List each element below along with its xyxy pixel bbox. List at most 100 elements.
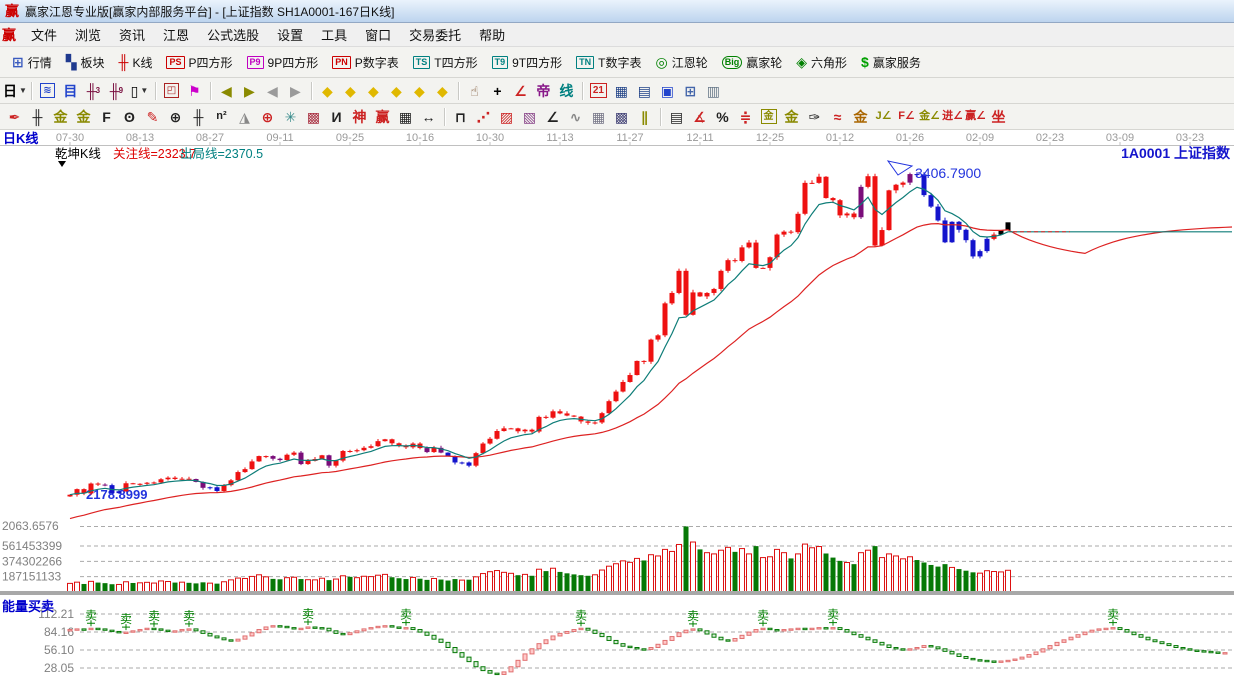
tool-crosshair-button[interactable]: + xyxy=(486,80,509,101)
tool-period-selector-button[interactable]: 日▼ xyxy=(3,80,27,101)
tool-percent-angle-button[interactable]: ∡ xyxy=(688,106,711,127)
menu-item-5[interactable]: 设置 xyxy=(268,22,312,47)
tool-parallel-lines-button[interactable]: ∥ xyxy=(633,106,656,127)
tool-percent-button[interactable]: % xyxy=(711,106,734,127)
info-note-icon: 目 xyxy=(63,84,77,98)
tool-f-angle-button[interactable]: F∠ xyxy=(895,106,918,127)
tool-diamond-cross-button[interactable]: ◆ xyxy=(408,80,431,101)
tool-gann-pen-2-button[interactable]: ✎ xyxy=(141,106,164,127)
tool-wave-tool-button[interactable]: ∿ xyxy=(564,106,587,127)
tool-lines-tool-button[interactable]: 线 xyxy=(555,80,578,101)
kline-chart-svg[interactable]: 07-3008-1308-2709-1109-2510-1610-3011-13… xyxy=(0,130,1234,686)
toolbar-winner-service-button[interactable]: $赢家服务 xyxy=(854,51,928,74)
tool-gold-ratio-2-button[interactable]: 金 xyxy=(72,106,95,127)
tool-gold-circle-button[interactable]: 金 xyxy=(757,106,780,127)
toolbar-sectors-button[interactable]: ▚板块 xyxy=(59,51,112,74)
tool-price-list-button[interactable]: ▤ xyxy=(665,106,688,127)
toolbar-9t-square-button[interactable]: T99T四方形 xyxy=(485,51,570,74)
toolbar-t-number-table-button[interactable]: TNT数字表 xyxy=(569,51,648,74)
toolbar-gann-wheel-button[interactable]: ◎江恩轮 xyxy=(648,51,714,74)
tool-web-box-button[interactable]: ▩ xyxy=(302,106,325,127)
tool-nav-prev-button[interactable]: ◀ xyxy=(261,80,284,101)
tool-comb-grid-2-button[interactable]: ╫ xyxy=(187,106,210,127)
menu-item-0[interactable]: 文件 xyxy=(22,22,66,47)
tool-diamond-right-button[interactable]: ◆ xyxy=(339,80,362,101)
tool-workstation-button[interactable]: ▥ xyxy=(702,80,725,101)
tool-ink-pen-button[interactable]: ✑ xyxy=(803,106,826,127)
tool-ying-angle-button[interactable]: 赢∠ xyxy=(964,106,987,127)
menu-item-2[interactable]: 资讯 xyxy=(110,22,154,47)
tool-gold-lines-button[interactable]: 金 xyxy=(780,106,803,127)
tool-fan-red-button[interactable]: ⋰ xyxy=(472,106,495,127)
tool-nav-last-button[interactable]: ▶ xyxy=(238,80,261,101)
tool-flag-mark-button[interactable]: ⚑ xyxy=(183,80,206,101)
tool-merge-9-bars-button[interactable]: ╫9 xyxy=(105,80,128,101)
menu-item-6[interactable]: 工具 xyxy=(312,22,356,47)
tool-grid-gray-button[interactable]: ▦ xyxy=(587,106,610,127)
tool-grid-123-button[interactable]: ▦ xyxy=(394,106,417,127)
tool-diamond-all-button[interactable]: ◆ xyxy=(431,80,454,101)
tool-j-angle-button[interactable]: J∠ xyxy=(872,106,895,127)
tool-hand-pan-button[interactable]: ☝ xyxy=(463,80,486,101)
tool-gold-ratio-1-button[interactable]: 金 xyxy=(49,106,72,127)
toolbar-quotes-button[interactable]: ⊞行情 xyxy=(5,51,59,74)
tool-pattern-box-button[interactable]: ◰ xyxy=(160,80,183,101)
tool-h-measure-button[interactable]: ↔ xyxy=(417,106,440,127)
tool-candle-type-button[interactable]: ▯▼ xyxy=(128,80,151,101)
tool-info-note-button[interactable]: 目 xyxy=(59,80,82,101)
tool-calculator-button[interactable]: ▦ xyxy=(610,80,633,101)
winner-wheel-label: 赢家轮 xyxy=(746,54,782,71)
tool-diamond-collapse-button[interactable]: ◆ xyxy=(385,80,408,101)
tool-angle-lines-button[interactable]: ∠ xyxy=(541,106,564,127)
tool-nav-first-button[interactable]: ◀ xyxy=(215,80,238,101)
price-low-axis-label: 2063.6576 xyxy=(2,519,59,533)
chart-area[interactable]: 07-3008-1308-2709-1109-2510-1610-3011-13… xyxy=(0,130,1234,686)
tool-diamond-expand-button[interactable]: ◆ xyxy=(362,80,385,101)
tool-fan-box-2-button[interactable]: ▧ xyxy=(518,106,541,127)
toolbar-p-number-table-button[interactable]: PNP数字表 xyxy=(325,51,406,74)
tool-gann-pen-button[interactable]: ✒ xyxy=(3,106,26,127)
toolbar-winner-wheel-button[interactable]: Big赢家轮 xyxy=(715,51,790,74)
tool-network-button[interactable]: ⊞ xyxy=(679,80,702,101)
tool-compass-button[interactable]: ⊕ xyxy=(164,106,187,127)
tool-gold-red-button[interactable]: 金 xyxy=(849,106,872,127)
tool-wave-red-button[interactable]: ≈ xyxy=(826,106,849,127)
toolbar-9p-square-button[interactable]: P99P四方形 xyxy=(240,51,326,74)
tool-spiral-button[interactable]: ʘ xyxy=(118,106,141,127)
tool-save-button[interactable]: ▣ xyxy=(656,80,679,101)
menu-item-7[interactable]: 窗口 xyxy=(356,22,400,47)
toolbar-t-square-button[interactable]: TST四方形 xyxy=(406,51,485,74)
toolbar-hexagon-button[interactable]: ◈六角形 xyxy=(789,51,854,74)
tool-diamond-left-button[interactable]: ◆ xyxy=(316,80,339,101)
menu-item-4[interactable]: 公式选股 xyxy=(198,22,268,47)
tool-chart-style-button[interactable]: ≋ xyxy=(36,80,59,101)
tool-comb-grid-1-button[interactable]: ╫ xyxy=(26,106,49,127)
tool-gann-n-button[interactable]: И xyxy=(325,106,348,127)
tool-box-tool-button[interactable]: ⊓ xyxy=(449,106,472,127)
tool-merge-3-bars-button[interactable]: ╫3 xyxy=(82,80,105,101)
tool-jin-angle-button[interactable]: 进∠ xyxy=(941,106,964,127)
tool-n-square-button[interactable]: n² xyxy=(210,106,233,127)
toolbar-kline-button[interactable]: ╫K线 xyxy=(112,51,160,74)
tool-ying-tool-button[interactable]: 赢 xyxy=(371,106,394,127)
menu-item-3[interactable]: 江恩 xyxy=(154,22,198,47)
tool-web-teal-button[interactable]: ✳ xyxy=(279,106,302,127)
toolbar-p-square-button[interactable]: PSP四方形 xyxy=(159,51,239,74)
menu-item-1[interactable]: 浏览 xyxy=(66,22,110,47)
tool-target-red-button[interactable]: ⊕ xyxy=(256,106,279,127)
tool-angle-measure-button[interactable]: ∠ xyxy=(509,80,532,101)
tool-nav-next-button[interactable]: ▶ xyxy=(284,80,307,101)
tool-memo-pad-button[interactable]: ▤ xyxy=(633,80,656,101)
menu-item-9[interactable]: 帮助 xyxy=(470,22,514,47)
menu-item-8[interactable]: 交易委托 xyxy=(400,22,470,47)
tool-angle-a-button[interactable]: ◮ xyxy=(233,106,256,127)
tool-gann-emperor-button[interactable]: 帝 xyxy=(532,80,555,101)
tool-gold-angle-button[interactable]: 金∠ xyxy=(918,106,941,127)
tool-shen-tool-button[interactable]: 神 xyxy=(348,106,371,127)
tool-fan-box-1-button[interactable]: ▨ xyxy=(495,106,518,127)
tool-fibonacci-f-button[interactable]: F xyxy=(95,106,118,127)
tool-calendar-button[interactable]: 21 xyxy=(587,80,610,101)
tool-grid-blue-button[interactable]: ▩ xyxy=(610,106,633,127)
tool-zuo-tool-button[interactable]: 坐 xyxy=(987,106,1010,127)
tool-percent-lines-button[interactable]: ≑ xyxy=(734,106,757,127)
